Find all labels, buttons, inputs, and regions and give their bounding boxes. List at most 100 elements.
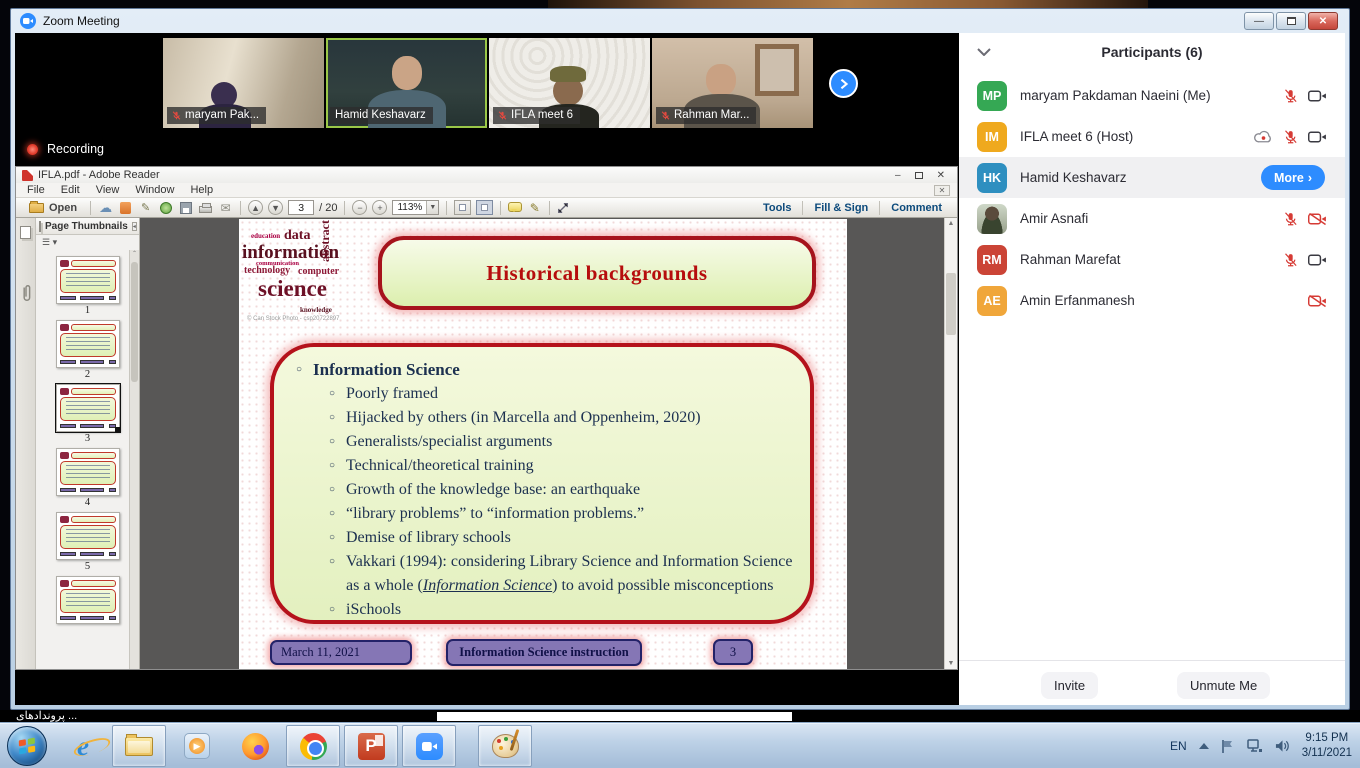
avatar: MP: [977, 81, 1007, 111]
zoom-level-select[interactable]: 113% ▼: [392, 200, 439, 215]
attachments-paperclip-icon[interactable]: [20, 283, 32, 303]
video-tile[interactable]: maryam Pak...: [163, 38, 324, 128]
video-tile[interactable]: Rahman Mar...: [652, 38, 813, 128]
system-tray: EN 9:15 PM 3/11/2021: [1170, 723, 1356, 768]
page-thumbnails-tab-icon[interactable]: [20, 226, 31, 239]
next-page-button[interactable]: ▼: [268, 200, 283, 215]
thumbnail-page-1[interactable]: 1: [36, 256, 139, 316]
zoom-out-button[interactable]: −: [352, 200, 367, 215]
more-button[interactable]: More ›: [1261, 165, 1325, 190]
camera-on-icon: [1308, 130, 1327, 144]
zoom-titlebar[interactable]: Zoom Meeting — ✕: [11, 9, 1349, 33]
export-pdf-icon[interactable]: [120, 202, 131, 214]
tools-panel-button[interactable]: Tools: [752, 201, 803, 215]
slide-footer-title: Information Science instruction: [446, 639, 642, 666]
fit-page-icon[interactable]: [476, 200, 493, 215]
fill-sign-panel-button[interactable]: Fill & Sign: [802, 201, 879, 215]
maximize-button[interactable]: [1276, 12, 1306, 30]
taskbar-firefox[interactable]: [228, 725, 282, 767]
minimize-button[interactable]: —: [1244, 12, 1274, 30]
bullet-item: ○“library problems” to “information prob…: [329, 502, 794, 526]
powerpoint-icon: P: [358, 733, 385, 760]
taskbar-powerpoint[interactable]: P: [344, 725, 398, 767]
avatar: AE: [977, 286, 1007, 316]
bullet-heading: ○Information Science: [296, 358, 794, 382]
adobe-restore-button[interactable]: [915, 172, 923, 179]
thumbnails-options-button[interactable]: ☰ ▾: [36, 235, 139, 250]
unmute-me-button[interactable]: Unmute Me: [1177, 672, 1270, 699]
menu-file[interactable]: File: [20, 184, 52, 196]
adobe-minimize-button[interactable]: –: [895, 170, 901, 181]
invite-button[interactable]: Invite: [1041, 672, 1098, 699]
video-tile-active-speaker[interactable]: Hamid Keshavarz: [326, 38, 487, 128]
desktop-strip: ... پروندادهای: [0, 710, 1360, 722]
menubar-close-icon[interactable]: ✕: [934, 185, 950, 196]
cloud-share-icon[interactable]: ☁: [98, 200, 113, 215]
participants-collapse-icon[interactable]: [977, 48, 991, 56]
taskbar-media-player[interactable]: ▶: [170, 725, 224, 767]
window-title: Zoom Meeting: [43, 14, 120, 28]
thumbnail-page-6[interactable]: [36, 576, 139, 624]
comment-bubble-icon[interactable]: [508, 202, 522, 212]
media-player-icon: ▶: [184, 733, 210, 759]
menu-view[interactable]: View: [89, 184, 127, 196]
thumbnails-header-title: Page Thumbnails: [45, 221, 128, 232]
previous-page-button[interactable]: ▲: [248, 200, 263, 215]
page-number-input[interactable]: 3: [288, 200, 314, 215]
zoom-in-button[interactable]: +: [372, 200, 387, 215]
taskbar-paint[interactable]: [478, 725, 532, 767]
thumbnail-page-2[interactable]: 2: [36, 320, 139, 380]
slide-title: Historical backgrounds: [486, 261, 707, 286]
mic-muted-icon: [1283, 211, 1298, 227]
thumbnail-page-3-selected[interactable]: 3: [36, 384, 139, 444]
bullet-item: ○Hijacked by others (in Marcella and Opp…: [329, 406, 794, 430]
taskbar-clock[interactable]: 9:15 PM 3/11/2021: [1302, 731, 1352, 761]
taskbar-zoom-app[interactable]: [402, 725, 456, 767]
network-icon[interactable]: [1247, 739, 1263, 753]
next-videos-button[interactable]: [829, 69, 858, 98]
sticky-note-icon[interactable]: ✎: [527, 200, 542, 215]
video-tile[interactable]: IFLA meet 6: [489, 38, 650, 128]
recording-indicator: Recording: [27, 142, 104, 156]
menu-help[interactable]: Help: [183, 184, 220, 196]
participant-row[interactable]: Amir Asnafi: [959, 198, 1345, 239]
thumbnails-scrollbar[interactable]: ⌃: [129, 250, 139, 669]
participant-row[interactable]: RM Rahman Marefat: [959, 239, 1345, 280]
participant-row[interactable]: IM IFLA meet 6 (Host): [959, 116, 1345, 157]
participant-row-hovered[interactable]: HK Hamid Keshavarz More ›: [959, 157, 1345, 198]
adobe-titlebar[interactable]: IFLA.pdf - Adobe Reader – ✕: [16, 167, 957, 183]
action-center-flag-icon[interactable]: [1221, 739, 1235, 754]
menu-window[interactable]: Window: [128, 184, 181, 196]
show-hidden-icons-button[interactable]: [1199, 743, 1209, 749]
close-button[interactable]: ✕: [1308, 12, 1338, 30]
web-convert-icon[interactable]: [160, 202, 172, 214]
menu-edit[interactable]: Edit: [54, 184, 87, 196]
open-button[interactable]: Open: [23, 200, 83, 216]
language-indicator[interactable]: EN: [1170, 739, 1187, 753]
comment-panel-button[interactable]: Comment: [879, 201, 953, 215]
taskbar-chrome[interactable]: [286, 725, 340, 767]
volume-icon[interactable]: [1275, 739, 1290, 753]
participant-row[interactable]: AE Amin Erfanmanesh: [959, 280, 1345, 321]
panel-collapse-icon[interactable]: ◂: [132, 222, 137, 231]
camera-off-icon: [1308, 294, 1327, 308]
print-icon[interactable]: [199, 206, 212, 213]
taskbar-internet-explorer[interactable]: e: [56, 725, 110, 767]
taskbar-file-explorer[interactable]: [112, 725, 166, 767]
scroll-up-icon[interactable]: ▲: [945, 220, 957, 227]
fit-width-icon[interactable]: [454, 200, 471, 215]
save-icon[interactable]: [180, 202, 192, 214]
thumbnail-page-4[interactable]: 4: [36, 448, 139, 508]
annotate-icon[interactable]: ✎: [138, 200, 153, 215]
adobe-close-button[interactable]: ✕: [937, 170, 945, 181]
fullscreen-icon[interactable]: [557, 202, 569, 214]
thumbnail-page-5[interactable]: 5: [36, 512, 139, 572]
email-icon[interactable]: ✉: [218, 200, 233, 215]
zoom-dropdown-icon[interactable]: ▼: [426, 201, 438, 214]
document-scrollbar[interactable]: ▲ ▼: [944, 218, 957, 669]
participant-row[interactable]: MP maryam Pakdaman Naeini (Me): [959, 75, 1345, 116]
start-button[interactable]: [7, 726, 47, 766]
scrollbar-thumb[interactable]: [946, 273, 956, 335]
video-name-tag: maryam Pak...: [167, 107, 266, 124]
scroll-down-icon[interactable]: ▼: [945, 660, 957, 667]
